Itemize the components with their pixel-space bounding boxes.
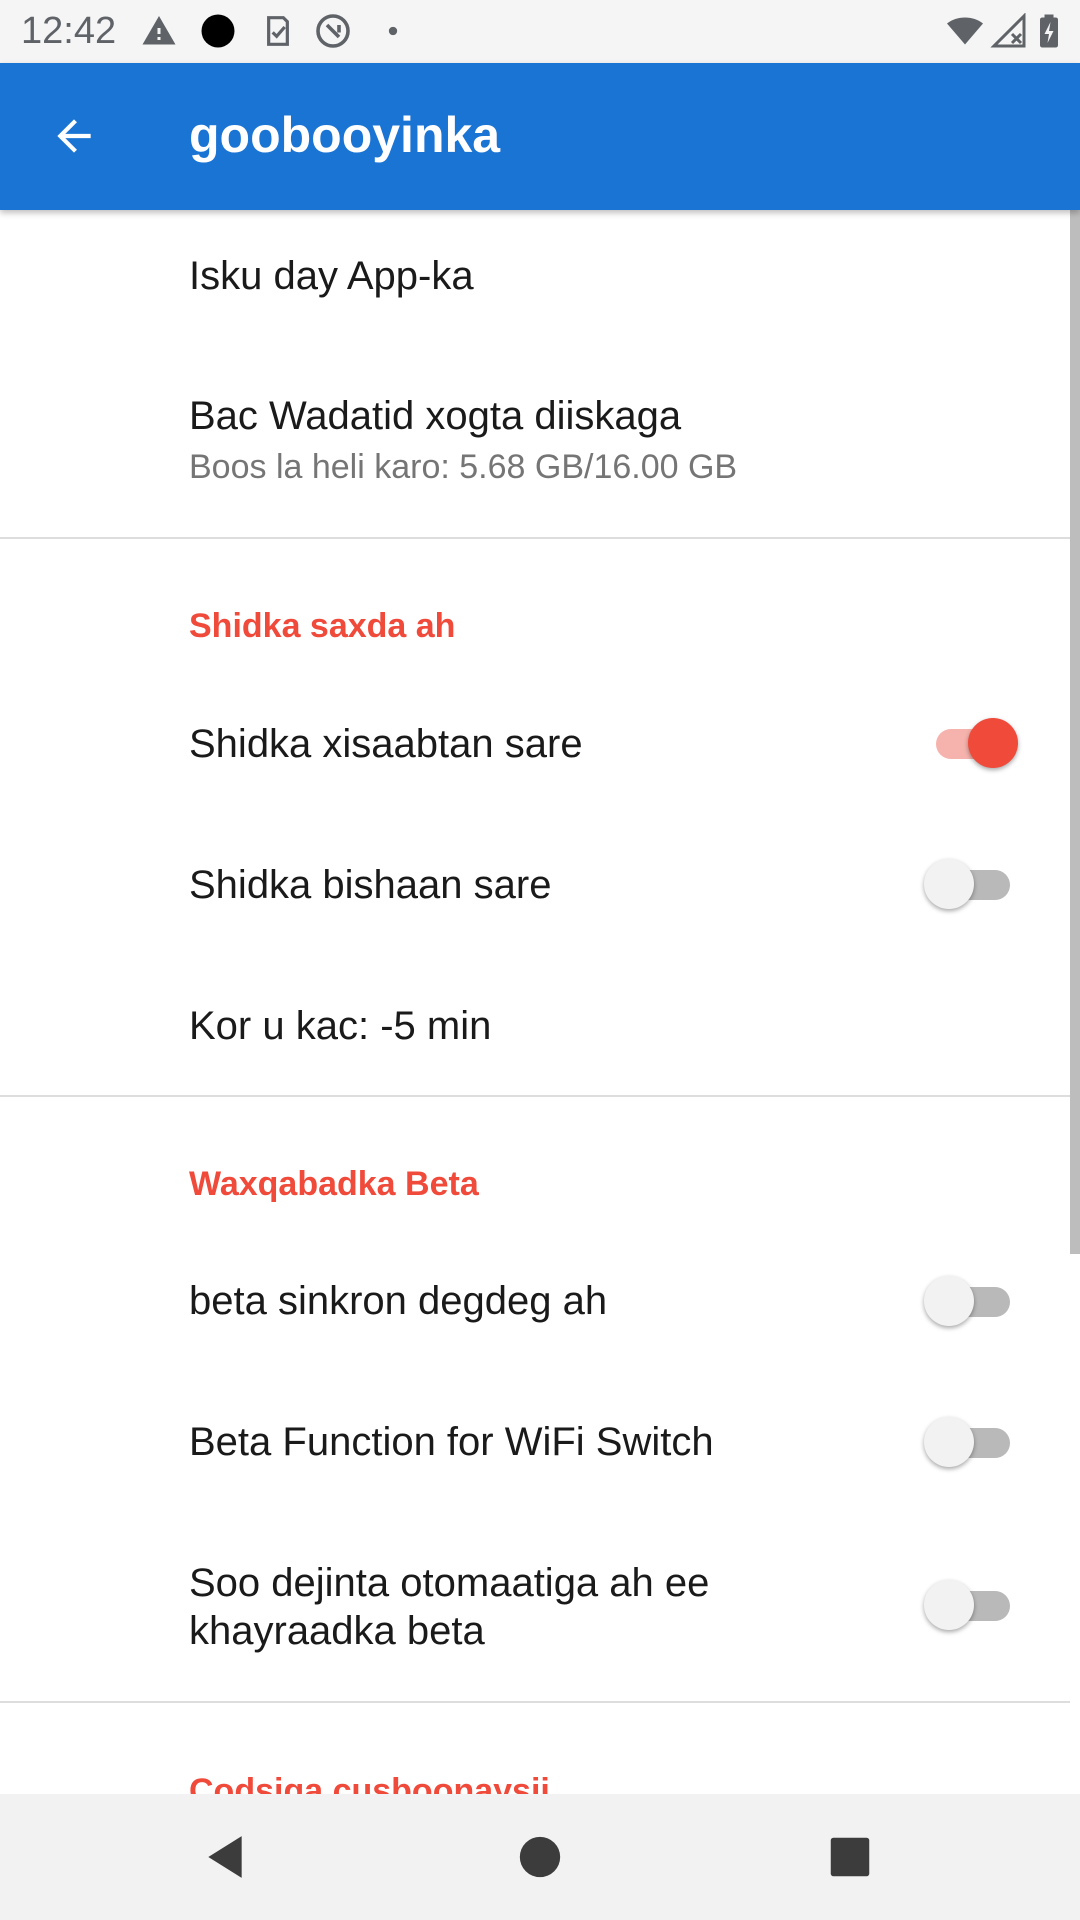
toggle-switch[interactable] [924, 853, 1010, 913]
page-title: goobooyinka [189, 107, 501, 163]
settings-list[interactable]: Isku day App-ka Bac Wadatid xogta diiska… [0, 210, 1080, 1794]
wifi-icon [947, 17, 983, 45]
switch-thumb [924, 1417, 974, 1467]
switch-item-title: Shidka bishaan sare [189, 863, 552, 907]
at-sign-icon [316, 14, 350, 48]
circle-dot-icon [201, 14, 235, 48]
switch-item-title: beta sinkron degdeg ah [189, 1279, 608, 1323]
home-circle-icon [519, 1836, 561, 1878]
warning-icon [142, 16, 176, 45]
scrollbar[interactable] [1070, 210, 1080, 1254]
divider [0, 537, 1070, 539]
toggle-switch[interactable] [924, 1574, 1010, 1634]
switch-thumb [924, 1276, 974, 1326]
switch-item-row[interactable]: beta sinkron degdeg ah [189, 1277, 1030, 1325]
back-triangle-icon [208, 1836, 242, 1878]
switch-thumb [924, 859, 974, 909]
toggle-switch[interactable] [924, 1270, 1010, 1330]
app-bar: goobooyinka [0, 63, 1080, 210]
nav-back-button[interactable] [187, 1819, 263, 1895]
clipboard-check-icon [267, 16, 289, 46]
toggle-switch[interactable] [930, 712, 1018, 772]
nav-recents-button[interactable] [812, 1819, 888, 1895]
section-header-cloud-sync: Shidka saxda ah [189, 607, 456, 645]
storage-item[interactable]: Bac Wadatid xogta diiskaga Boos la heli … [189, 392, 1030, 488]
switch-item-row[interactable]: Shidka xisaabtan sare [189, 720, 1030, 768]
switch-thumb [924, 1580, 974, 1630]
offset-title: Kor u kac: -5 min [189, 1004, 492, 1048]
switch-item-title: Soo dejinta otomaatiga ah ee khayraadka … [189, 1561, 710, 1653]
switch-item-title: Shidka xisaabtan sare [189, 722, 583, 766]
switch-thumb [968, 718, 1018, 768]
section-header-update: Codsiga cusboonaysii [189, 1772, 550, 1794]
divider [0, 1701, 1070, 1703]
section-header-beta: Waxqabadka Beta [189, 1165, 479, 1203]
small-dot-icon [388, 26, 398, 36]
status-bar: 12:42 [0, 0, 1080, 63]
switch-item-row[interactable]: Beta Function for WiFi Switch [189, 1418, 1030, 1466]
arrow-back-icon [57, 119, 91, 153]
back-button[interactable] [28, 90, 120, 182]
cellular-no-signal-icon [990, 13, 1026, 48]
try-app-title: Isku day App-ka [189, 254, 474, 298]
storage-title: Bac Wadatid xogta diiskaga [189, 394, 682, 438]
offset-item[interactable]: Kor u kac: -5 min [189, 1002, 1030, 1050]
switch-item-title: Beta Function for WiFi Switch [189, 1420, 714, 1464]
status-time: 12:42 [21, 10, 117, 52]
switch-item-row[interactable]: Soo dejinta otomaatiga ah ee khayraadka … [189, 1559, 880, 1655]
try-app-item[interactable]: Isku day App-ka [189, 252, 1030, 300]
toggle-switch[interactable] [924, 1411, 1010, 1471]
switch-item-row[interactable]: Shidka bishaan sare [189, 861, 1030, 909]
divider [0, 1095, 1070, 1097]
battery-icon [1040, 14, 1058, 48]
storage-summary: Boos la heli karo: 5.68 GB/16.00 GB [189, 448, 738, 486]
recents-square-icon [830, 1837, 870, 1877]
navigation-bar [0, 1794, 1080, 1920]
nav-home-button[interactable] [502, 1819, 578, 1895]
